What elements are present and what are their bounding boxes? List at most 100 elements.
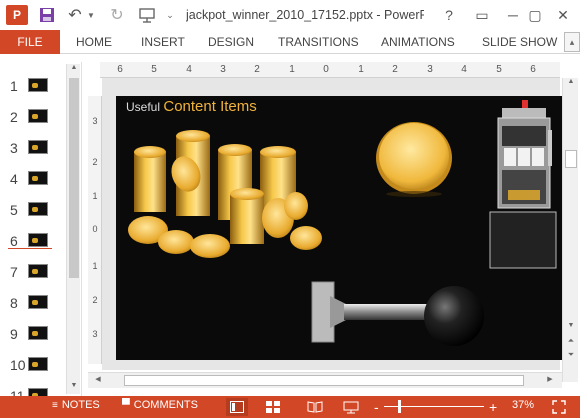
slide-number: 11 [10,388,25,396]
next-slide-icon[interactable]: ⏷ [563,350,579,362]
slide-title-main: Content Items [163,98,257,115]
ruler-tick-label: 0 [323,64,329,75]
present-from-beginning-icon[interactable] [138,5,158,25]
slide-thumbnail-selected[interactable]: 6 [0,229,64,251]
slot-lever-image[interactable] [306,278,486,358]
reading-view-button[interactable] [304,398,326,416]
tab-animations[interactable]: ANIMATIONS [381,35,455,49]
slide-preview[interactable] [28,233,48,247]
zoom-out-button[interactable]: - [374,399,379,415]
ruler-tick-label: 2 [92,295,98,305]
tab-home[interactable]: HOME [76,35,112,49]
close-button[interactable]: ✕ [552,4,574,26]
ruler-tick-label: 4 [461,64,467,75]
horizontal-scrollbar[interactable]: ◀ ▶ [88,372,562,388]
zoom-level[interactable]: 37% [512,399,534,411]
notes-label: NOTES [61,399,100,411]
ruler-tick-label: 1 [289,64,295,75]
insertion-marker [8,248,52,249]
save-icon[interactable] [38,5,56,25]
scroll-left-icon[interactable]: ◀ [92,375,104,387]
slide-show-icon [343,401,359,413]
reading-view-icon [307,401,323,413]
help-button[interactable]: ? [438,4,460,26]
scroll-up-icon[interactable]: ▲ [563,78,579,90]
ruler-tick-label: 1 [358,64,364,75]
slide-thumbnail[interactable]: 2 [0,105,64,127]
scroll-up-icon[interactable]: ▲ [67,64,81,76]
ruler-tick-label: 0 [92,224,98,234]
title-bar: P ↶ ▼ ↻ ⌄ jackpot_winner_2010_17152.pptx… [0,0,580,30]
slide-preview[interactable] [28,264,48,278]
slide-preview[interactable] [28,295,48,309]
ribbon-display-options-button[interactable]: ▭ [471,4,493,26]
slide-thumbnail[interactable]: 3 [0,136,64,158]
minimize-button[interactable]: ─ [502,4,524,26]
slide-number: 6 [10,233,18,249]
slide-thumbnail[interactable]: 9 [0,322,64,344]
comments-label: COMMENTS [133,399,198,411]
slide-thumbnail[interactable]: 7 [0,260,64,282]
fit-slide-button[interactable] [548,398,570,416]
slot-machine-image[interactable] [488,100,562,270]
vertical-ruler: 3 2 1 0 1 2 3 [88,96,102,364]
scrollbar-thumb[interactable] [565,150,577,168]
scroll-right-icon[interactable]: ▶ [544,375,556,387]
ruler-tick-label: 1 [92,191,98,201]
slide-thumbnail[interactable]: 5 [0,198,64,220]
zoom-in-button[interactable]: + [489,399,497,415]
slide-preview[interactable] [28,171,48,185]
notes-button[interactable]: ≡ NOTES [52,399,100,411]
slide-preview[interactable] [28,357,48,371]
slide-sorter-button[interactable] [262,398,284,416]
maximize-button[interactable]: ▢ [524,4,546,26]
slide-preview[interactable] [28,109,48,123]
notes-icon: ≡ [52,399,58,411]
slide-number: 9 [10,326,18,342]
slide-canvas[interactable]: Useful Content Items [116,96,562,360]
slide-thumbnail[interactable]: 8 [0,291,64,313]
thumbnail-scrollbar[interactable]: ▲ ▼ [66,64,80,394]
normal-view-button[interactable] [226,398,248,416]
customize-icon[interactable]: ⌄ [164,5,176,25]
slide-thumbnail[interactable]: 10 [0,353,64,375]
slide-preview[interactable] [28,78,48,92]
scroll-down-icon[interactable]: ▼ [67,382,81,394]
slide-preview[interactable] [28,388,48,396]
slide-thumbnail-pane: 1 2 3 4 5 6 7 8 9 10 11 ▲ ▼ [0,62,82,396]
previous-slide-icon[interactable]: ⏶ [563,336,579,348]
gold-coin-image[interactable] [374,118,454,198]
comments-button[interactable]: ▀ COMMENTS [122,399,198,411]
slide-preview[interactable] [28,140,48,154]
collapse-ribbon-button[interactable]: ▴ [564,32,580,52]
vertical-scrollbar[interactable]: ▲ ▼ ⏶ ⏷ [562,78,578,382]
slide-sorter-icon [266,401,280,413]
ruler-tick-label: 3 [427,64,433,75]
slide-thumbnail[interactable]: 1 [0,74,64,96]
slide-thumbnail[interactable]: 4 [0,167,64,189]
ruler-tick-label: 1 [92,261,98,271]
redo-icon[interactable]: ↻ [108,5,126,25]
undo-dropdown-icon[interactable]: ▼ [86,5,96,25]
ruler-tick-label: 3 [92,329,98,339]
ribbon-tab-bar: FILE HOME INSERT DESIGN TRANSITIONS ANIM… [0,30,580,54]
tab-transitions[interactable]: TRANSITIONS [278,35,359,49]
slide-preview[interactable] [28,202,48,216]
scrollbar-thumb[interactable] [124,375,524,386]
tab-insert[interactable]: INSERT [141,35,185,49]
slide-preview[interactable] [28,326,48,340]
tab-slide-show[interactable]: SLIDE SHOW [482,35,557,49]
scroll-down-icon[interactable]: ▼ [563,322,579,334]
zoom-slider-thumb[interactable] [398,400,401,413]
slide-thumbnail[interactable]: 11 [0,384,64,396]
scrollbar-thumb[interactable] [69,78,79,278]
ruler-tick-label: 5 [496,64,502,75]
slide-title[interactable]: Useful Content Items [126,98,257,115]
status-bar: ≡ NOTES ▀ COMMENTS - + 37% [0,396,580,418]
tab-design[interactable]: DESIGN [208,35,254,49]
undo-icon[interactable]: ↶ [66,5,84,25]
slide-show-button[interactable] [340,398,362,416]
gold-coin-stacks-image[interactable] [126,124,326,274]
powerpoint-logo-icon[interactable]: P [6,5,28,25]
tab-file[interactable]: FILE [0,30,60,54]
